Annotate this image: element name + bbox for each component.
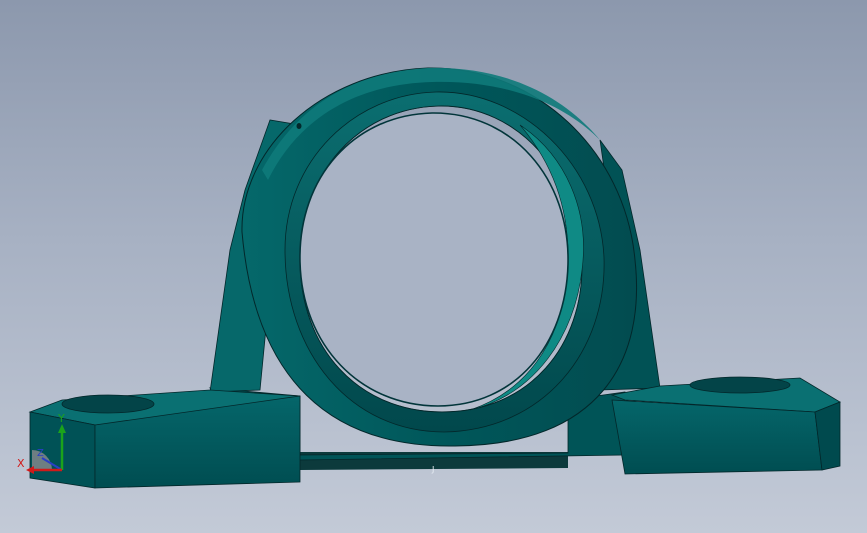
grease-hole xyxy=(296,123,302,129)
bearing-bore xyxy=(299,112,569,407)
origin-marker: J xyxy=(431,465,434,474)
axis-x-label: X xyxy=(17,457,25,470)
right-bolt-hole xyxy=(689,376,791,394)
graphics-viewport[interactable]: J X Y Z xyxy=(0,0,867,533)
axis-z-label: Z xyxy=(37,448,44,459)
reference-triad[interactable]: X Y Z xyxy=(12,410,82,480)
axis-y-label: Y xyxy=(58,412,65,425)
pillow-block-model[interactable]: J xyxy=(0,0,867,533)
right-foot-front xyxy=(611,399,823,475)
